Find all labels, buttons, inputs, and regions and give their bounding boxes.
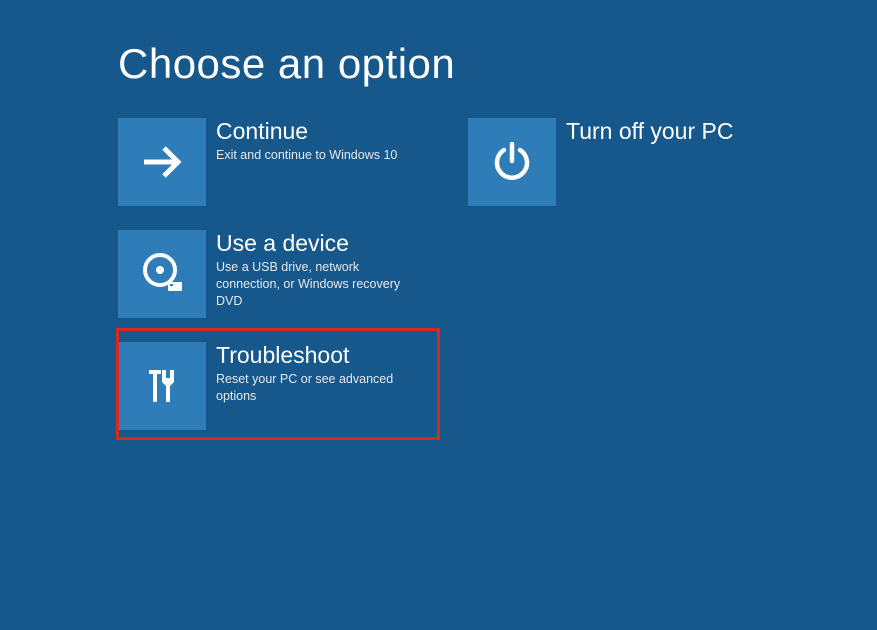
use-device-tile[interactable]: Use a device Use a USB drive, network co… <box>118 230 438 318</box>
troubleshoot-title: Troubleshoot <box>216 342 438 368</box>
continue-title: Continue <box>216 118 438 144</box>
disc-usb-icon <box>118 230 206 318</box>
tools-icon <box>118 342 206 430</box>
troubleshoot-desc: Reset your PC or see advanced options <box>216 371 416 405</box>
arrow-right-icon <box>118 118 206 206</box>
continue-desc: Exit and continue to Windows 10 <box>216 147 416 164</box>
turn-off-title: Turn off your PC <box>566 118 788 144</box>
options-grid: Continue Exit and continue to Windows 10… <box>118 118 877 430</box>
troubleshoot-tile[interactable]: Troubleshoot Reset your PC or see advanc… <box>118 330 438 438</box>
continue-tile[interactable]: Continue Exit and continue to Windows 10 <box>118 118 438 206</box>
power-icon <box>468 118 556 206</box>
column-left: Continue Exit and continue to Windows 10… <box>118 118 438 430</box>
page-title: Choose an option <box>118 40 877 88</box>
use-device-title: Use a device <box>216 230 438 256</box>
use-device-desc: Use a USB drive, network connection, or … <box>216 259 416 310</box>
turn-off-tile[interactable]: Turn off your PC <box>468 118 788 206</box>
column-right: Turn off your PC <box>468 118 788 430</box>
